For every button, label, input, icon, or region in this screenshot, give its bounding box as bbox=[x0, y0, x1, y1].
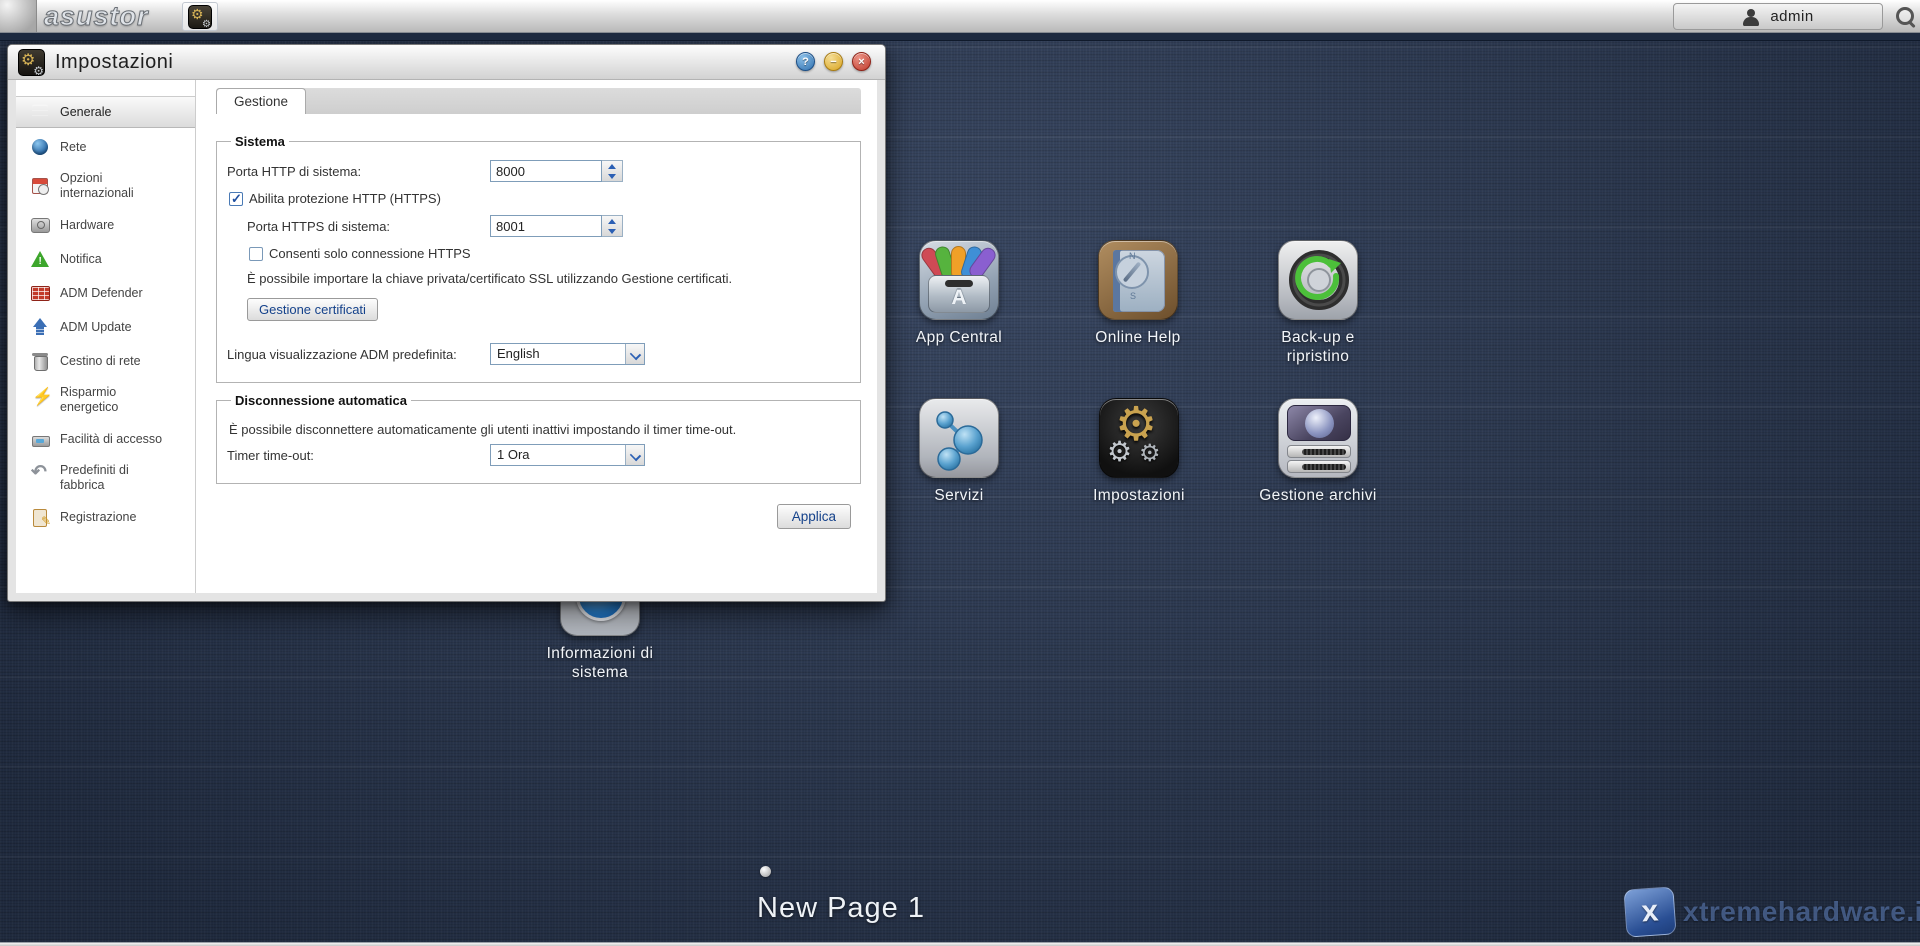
desktop-icon-label: Informazioni di sistema bbox=[538, 644, 662, 682]
sidebar-item-facilita-di-accesso[interactable]: Facilità di accesso bbox=[16, 424, 195, 454]
https-port-spinner[interactable] bbox=[602, 215, 623, 237]
timeout-select[interactable]: 1 Ora bbox=[490, 444, 645, 466]
window-title: Impostazioni bbox=[55, 45, 173, 80]
https-only-checkbox[interactable] bbox=[249, 247, 263, 261]
drive-icon bbox=[30, 215, 50, 235]
auto-logout-fieldset: Disconnessione automatica È possibile di… bbox=[216, 393, 861, 484]
close-button[interactable]: × bbox=[852, 52, 871, 71]
http-port-input[interactable] bbox=[490, 160, 602, 182]
tab-strip: Gestione bbox=[216, 88, 861, 114]
bottom-edge-strip bbox=[0, 942, 1920, 946]
desktop-icon-online-help[interactable]: NS Online Help bbox=[1098, 240, 1178, 320]
lightning-icon bbox=[30, 390, 50, 410]
desktop-icon-impostazioni[interactable]: ⚙ ⚙ ⚙ Impostazioni bbox=[1099, 398, 1179, 478]
desktop-icon-label: App Central bbox=[897, 328, 1021, 347]
tab-gestione[interactable]: Gestione bbox=[216, 88, 306, 114]
desktop-icon-label: Back-up e ripristino bbox=[1256, 328, 1380, 366]
https-port-input[interactable] bbox=[490, 215, 602, 237]
gears-icon: ⚙⚙ bbox=[188, 5, 212, 29]
desktop-icon-servizi[interactable]: Servizi bbox=[919, 398, 999, 478]
page-label: New Page 1 bbox=[741, 892, 941, 925]
online-help-icon: NS bbox=[1098, 240, 1178, 320]
certificate-note: È possibile importare la chiave privata/… bbox=[247, 271, 850, 286]
language-label: Lingua visualizzazione ADM predefinita: bbox=[227, 347, 490, 362]
sidebar-item-risparmio-energetico[interactable]: Risparmio energetico bbox=[16, 380, 195, 420]
help-button[interactable]: ? bbox=[796, 52, 815, 71]
xtremehardware-logo-icon: x bbox=[1623, 886, 1676, 937]
topbar-left-handle bbox=[0, 0, 37, 32]
gears-icon: ⚙⚙ bbox=[18, 49, 45, 76]
minimize-button[interactable]: − bbox=[824, 52, 843, 71]
settings-content: Gestione Sistema Porta HTTP di sistema: … bbox=[196, 80, 877, 593]
window-body: Generale Rete Opzioni internazionali Har… bbox=[16, 80, 877, 593]
watermark-text: xtremehardware.it bbox=[1683, 896, 1920, 928]
chevron-down-icon bbox=[625, 344, 644, 364]
language-select[interactable]: English bbox=[490, 343, 645, 365]
page-indicator-dot[interactable] bbox=[760, 866, 771, 877]
clipboard-icon bbox=[30, 507, 50, 527]
chevron-down-icon bbox=[625, 445, 644, 465]
user-icon bbox=[1742, 8, 1760, 26]
https-enable-label: Abilita protezione HTTP (HTTPS) bbox=[249, 191, 441, 206]
search-button[interactable] bbox=[1894, 5, 1918, 29]
https-enable-checkbox[interactable] bbox=[229, 192, 243, 206]
sidebar-item-generale[interactable]: Generale bbox=[16, 96, 195, 128]
sidebar-item-notifica[interactable]: Notifica bbox=[16, 244, 195, 274]
timeout-label: Timer time-out: bbox=[227, 448, 490, 463]
certificate-manager-button[interactable]: Gestione certificati bbox=[247, 298, 378, 321]
settings-gears-icon: ⚙ ⚙ ⚙ bbox=[1099, 398, 1179, 478]
sidebar-item-hardware[interactable]: Hardware bbox=[16, 210, 195, 240]
accessibility-icon bbox=[30, 429, 50, 449]
desktop-icon-app-central[interactable]: A App Central bbox=[919, 240, 999, 320]
settings-sidebar: Generale Rete Opzioni internazionali Har… bbox=[16, 80, 196, 593]
https-only-label: Consenti solo connessione HTTPS bbox=[269, 246, 471, 261]
http-port-label: Porta HTTP di sistema: bbox=[227, 164, 490, 179]
apply-button[interactable]: Applica bbox=[777, 504, 851, 529]
trash-icon bbox=[30, 351, 50, 371]
services-icon bbox=[919, 398, 999, 478]
calendar-icon bbox=[30, 176, 50, 196]
storage-manager-icon bbox=[1278, 398, 1358, 478]
asustor-logo: asustor bbox=[44, 0, 149, 33]
http-port-spinner[interactable] bbox=[602, 160, 623, 182]
sistema-fieldset: Sistema Porta HTTP di sistema: Abilita p… bbox=[216, 134, 861, 383]
desktop-icon-label: Online Help bbox=[1076, 328, 1200, 347]
desktop-icon-label: Impostazioni bbox=[1077, 486, 1201, 505]
desktop-icon-label: Gestione archivi bbox=[1256, 486, 1380, 505]
https-port-label: Porta HTTPS di sistema: bbox=[247, 219, 490, 234]
sistema-legend: Sistema bbox=[231, 134, 289, 149]
watermark: x xtremehardware.it bbox=[1625, 888, 1920, 936]
firewall-icon bbox=[30, 283, 50, 303]
globe-icon bbox=[30, 137, 50, 157]
sidebar-item-predefiniti-di-fabbrica[interactable]: Predefiniti di fabbrica bbox=[16, 458, 195, 498]
desktop-icon-label: Servizi bbox=[897, 486, 1021, 505]
user-menu-button[interactable]: admin bbox=[1673, 3, 1883, 30]
settings-window: ⚙⚙ Impostazioni ? − × Generale Rete Opzi… bbox=[7, 44, 886, 602]
sidebar-item-adm-defender[interactable]: ADM Defender bbox=[16, 278, 195, 308]
undo-icon bbox=[30, 468, 50, 488]
auto-logout-legend: Disconnessione automatica bbox=[231, 393, 411, 408]
sidebar-item-adm-update[interactable]: ADM Update bbox=[16, 312, 195, 342]
window-titlebar[interactable]: ⚙⚙ Impostazioni ? − × bbox=[8, 45, 885, 80]
username: admin bbox=[1770, 8, 1813, 25]
top-bar: asustor ⚙⚙ admin bbox=[0, 0, 1920, 33]
topbar-shadow-strip bbox=[0, 33, 1920, 41]
sidebar-item-opzioni-internazionali[interactable]: Opzioni internazionali bbox=[16, 166, 195, 206]
app-central-icon: A bbox=[919, 240, 999, 320]
sidebar-item-rete[interactable]: Rete bbox=[16, 132, 195, 162]
taskbar-item-impostazioni[interactable]: ⚙⚙ bbox=[182, 2, 218, 31]
alert-icon bbox=[30, 249, 50, 269]
sidebar-item-cestino-di-rete[interactable]: Cestino di rete bbox=[16, 346, 195, 376]
up-arrow-icon bbox=[30, 317, 50, 337]
server-icon bbox=[30, 102, 50, 122]
desktop-icon-gestione-archivi[interactable]: Gestione archivi bbox=[1278, 398, 1358, 478]
backup-restore-icon bbox=[1278, 240, 1358, 320]
auto-logout-note: È possibile disconnettere automaticament… bbox=[229, 422, 850, 437]
desktop-icon-backup[interactable]: Back-up e ripristino bbox=[1278, 240, 1358, 320]
sidebar-item-registrazione[interactable]: Registrazione bbox=[16, 502, 195, 532]
